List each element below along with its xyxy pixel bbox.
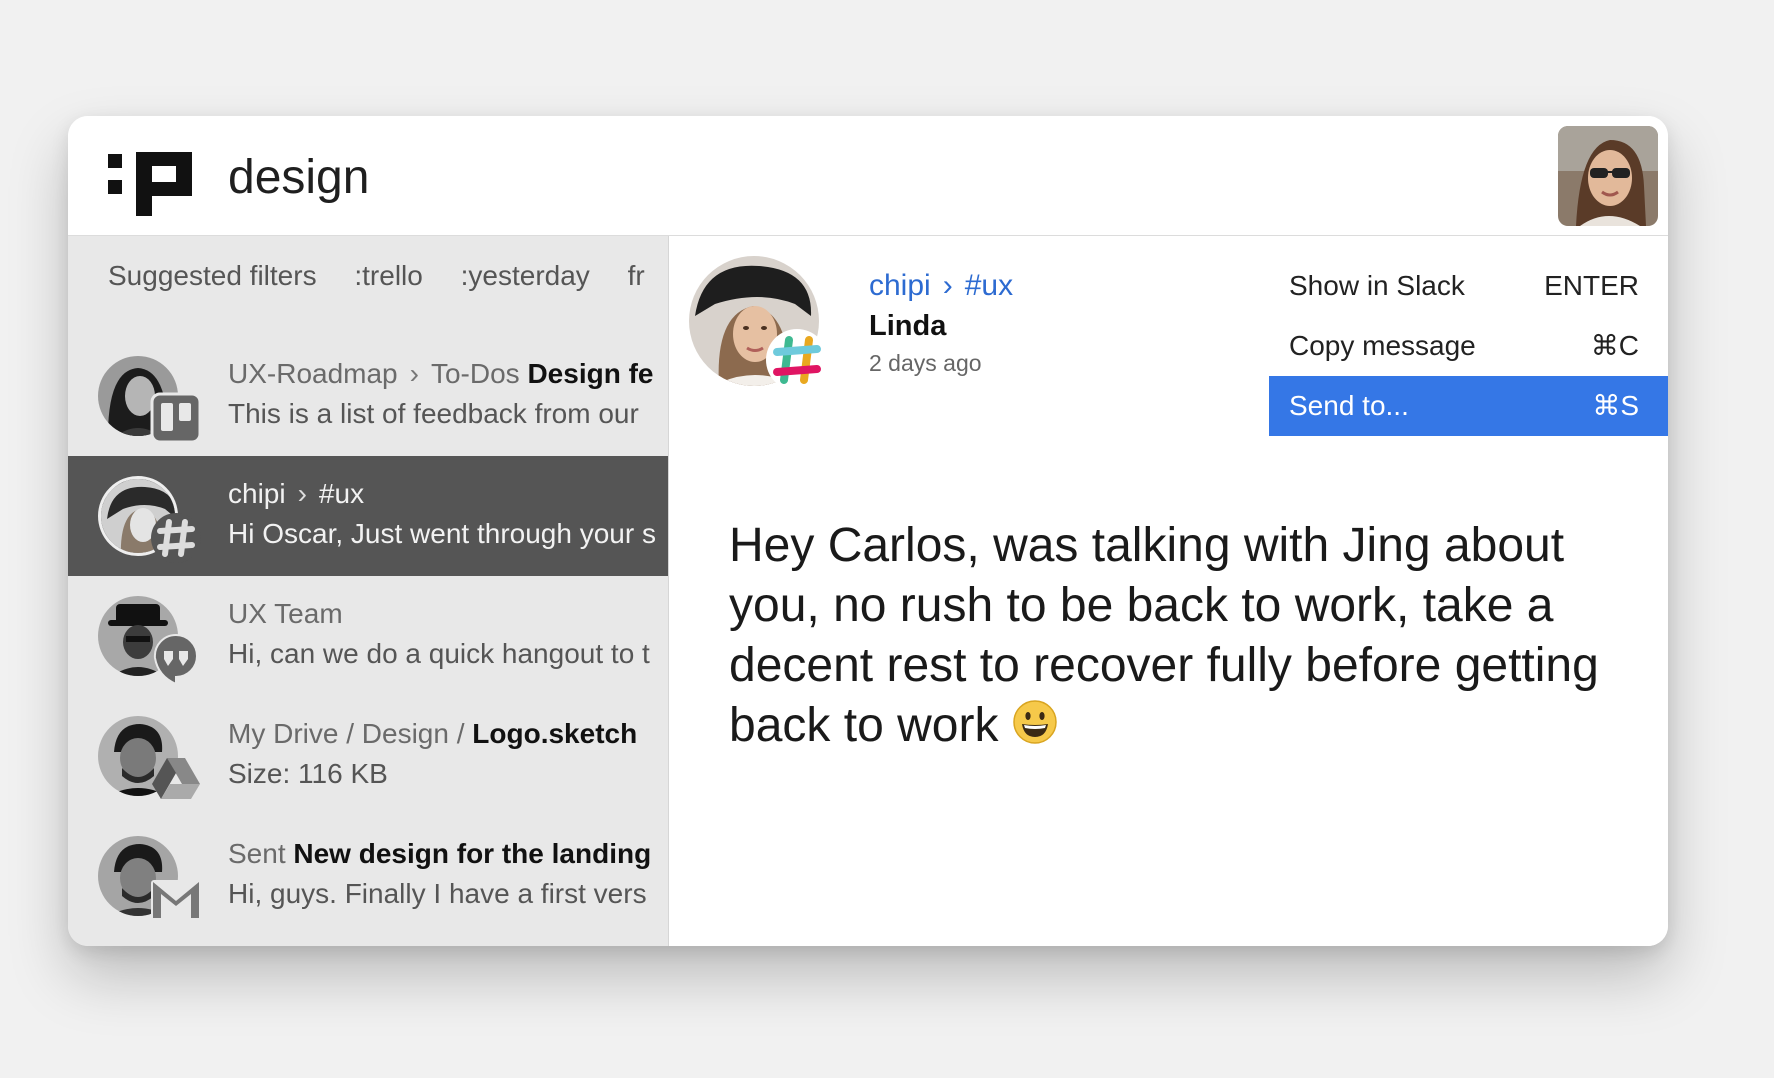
menu-item-shortcut: ⌘C (1590, 330, 1639, 361)
result-channel: #ux (318, 478, 365, 509)
filter-from[interactable]: fr (628, 260, 645, 291)
menu-item-show-in-slack[interactable]: Show in Slack ENTER (1269, 256, 1668, 316)
menu-item-label: Send to... (1289, 390, 1409, 421)
filter-trello[interactable]: :trello (354, 260, 422, 291)
message-timestamp: 2 days ago (869, 350, 982, 376)
result-snippet: Hi, can we do a quick hangout to t (228, 638, 650, 669)
results-list: UX-Roadmap › To-Dos Design fe This is a li… (68, 336, 668, 936)
app-window: design Suggested filters :trello :yester… (68, 116, 1668, 946)
menu-item-shortcut: ⌘S (1592, 390, 1639, 421)
results-pane: Suggested filters :trello :yesterday fr (68, 236, 668, 946)
detail-pane: chipi › #ux Linda 2 days ago Show in Slack… (668, 236, 1668, 946)
search-input[interactable]: design (228, 148, 369, 208)
actions-menu: Show in Slack ENTER Copy message ⌘C Send… (1269, 256, 1668, 436)
result-row-drive[interactable]: My Drive / Design / Logo.sketch Size: 11… (68, 696, 668, 816)
suggested-filters-label: Suggested filters (108, 260, 317, 291)
app-logo-icon (108, 152, 192, 216)
result-title: New design for the landing (293, 838, 652, 869)
user-photo (1558, 126, 1658, 226)
breadcrumb-separator: › (297, 478, 307, 509)
filter-yesterday[interactable]: :yesterday (461, 260, 590, 291)
menu-item-copy-message[interactable]: Copy message ⌘C (1269, 316, 1668, 376)
google-drive-icon (152, 758, 200, 799)
result-row-hangouts[interactable]: UX Team Hi, can we do a quick hangout to… (68, 576, 668, 696)
menu-item-label: Copy message (1289, 330, 1476, 361)
result-title: Logo.sketch (472, 718, 638, 749)
sender-name: Linda (869, 310, 947, 342)
message-channel[interactable]: chipi › #ux (869, 266, 1013, 306)
menu-item-label: Show in Slack (1289, 270, 1465, 301)
result-path: My Drive / Design / (228, 718, 465, 749)
slack-icon (151, 513, 201, 563)
message-text: Hey Carlos, was talking with Jing about … (729, 519, 1599, 752)
result-source: Sent (228, 838, 286, 869)
menu-item-send-to[interactable]: Send to... ⌘S (1269, 376, 1668, 436)
result-snippet: Hi, guys. Finally I have a first vers (228, 878, 647, 909)
breadcrumb-separator: › (409, 358, 419, 389)
user-avatar[interactable] (1558, 126, 1658, 226)
result-row-slack[interactable]: chipi › #ux Hi Oscar, Just went through yo… (68, 456, 668, 576)
result-snippet: This is a list of feedback from our (228, 398, 639, 429)
channel-user: chipi (869, 269, 931, 302)
result-source: UX Team (228, 598, 343, 629)
grinning-face-icon (1013, 700, 1057, 744)
search-bar: design (68, 116, 1668, 236)
result-row-trello[interactable]: UX-Roadmap › To-Dos Design fe This is a li… (68, 336, 668, 456)
result-snippet: Hi Oscar, Just went through your s (228, 518, 656, 549)
channel-name: #ux (964, 269, 1014, 302)
gmail-icon (151, 880, 201, 918)
result-row-gmail[interactable]: Sent New design for the landing Hi, guys… (68, 816, 668, 936)
slack-icon (766, 329, 828, 391)
trello-icon (150, 392, 202, 444)
result-source: chipi (228, 478, 286, 509)
result-list-name: To-Dos (430, 358, 520, 389)
menu-item-shortcut: ENTER (1544, 270, 1639, 301)
result-source: UX-Roadmap (228, 358, 398, 389)
message-body: Hey Carlos, was talking with Jing about … (729, 516, 1629, 756)
suggested-filters: Suggested filters :trello :yesterday fr (108, 256, 668, 296)
hangouts-icon (153, 633, 198, 684)
result-snippet: Size: 116 KB (228, 758, 388, 789)
result-title: Design fe (527, 358, 654, 389)
breadcrumb-separator: › (942, 269, 953, 302)
